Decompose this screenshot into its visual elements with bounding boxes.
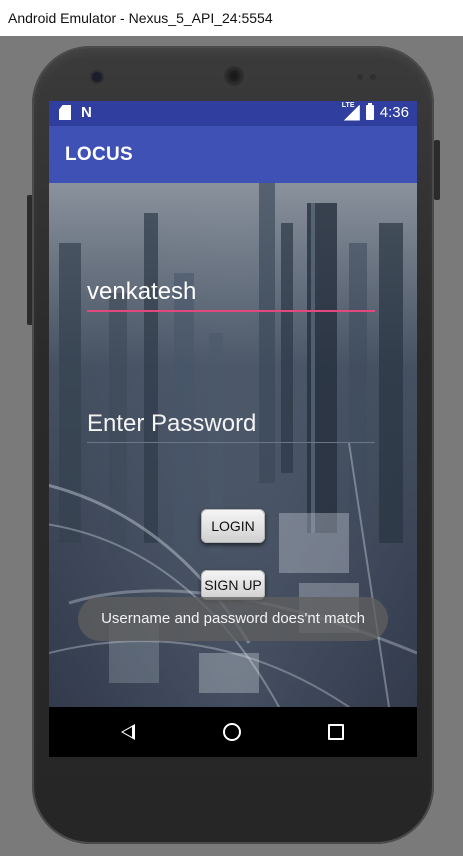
sensor-icon — [357, 74, 363, 80]
username-underline — [87, 310, 375, 312]
lte-signal-icon: LTE — [342, 102, 360, 121]
recent-apps-icon[interactable] — [328, 724, 344, 740]
sensor-icon — [370, 74, 376, 80]
device-screen: N LTE 4:36 LOCUS venkatesh Enter Passwor… — [49, 101, 417, 757]
notification-n-icon: N — [81, 104, 92, 121]
navigation-bar — [49, 707, 417, 757]
emulator-title-bar: Android Emulator - Nexus_5_API_24:5554 — [0, 0, 463, 36]
sign-up-button[interactable]: SIGN UP — [201, 570, 265, 600]
login-button[interactable]: LOGIN — [201, 509, 265, 543]
earpiece-speaker-icon — [224, 66, 244, 86]
app-title: LOCUS — [65, 144, 133, 165]
status-bar: N LTE 4:36 — [49, 101, 417, 126]
username-input[interactable]: venkatesh — [87, 278, 196, 306]
sd-card-icon — [59, 105, 71, 120]
error-toast: Username and password does'nt match — [78, 597, 388, 641]
emulator-title: Android Emulator - Nexus_5_API_24:5554 — [8, 10, 273, 26]
password-underline — [87, 442, 375, 443]
status-time: 4:36 — [379, 104, 409, 121]
password-input[interactable]: Enter Password — [87, 410, 256, 438]
back-icon[interactable] — [121, 724, 135, 740]
app-bar: LOCUS — [49, 126, 417, 183]
power-button[interactable] — [434, 140, 440, 200]
login-screen: venkatesh Enter Password LOGIN SIGN UP U… — [49, 183, 417, 707]
home-icon[interactable] — [223, 723, 241, 741]
battery-icon — [365, 103, 374, 120]
front-camera-icon — [92, 72, 102, 82]
